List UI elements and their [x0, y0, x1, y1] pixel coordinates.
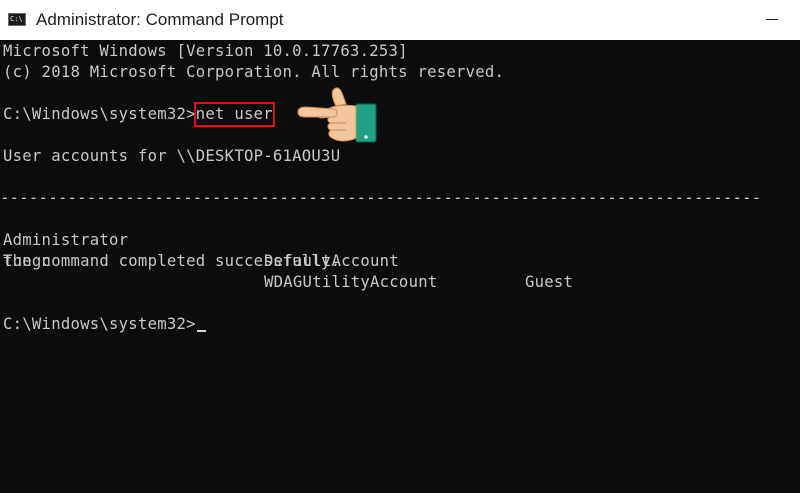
text-cursor — [196, 330, 206, 332]
window-title: Administrator: Command Prompt — [36, 10, 284, 29]
account-row: Administrator DefaultAccount Guest — [3, 209, 800, 291]
accounts-header: User accounts for \\DESKTOP-61AOU3U — [3, 147, 341, 165]
pointing-hand-icon — [297, 87, 377, 143]
command-prompt-window: C:\ Administrator: Command Prompt Micros… — [0, 0, 800, 493]
minimize-icon — [766, 19, 778, 20]
minimize-button[interactable] — [746, 0, 800, 40]
separator-line: ----------------------------------------… — [0, 189, 762, 207]
account-name: Guest — [525, 273, 574, 291]
version-line: Microsoft Windows [Version 10.0.17763.25… — [3, 42, 408, 60]
command-line: C:\Windows\system32>net user — [3, 102, 275, 127]
current-prompt[interactable]: C:\Windows\system32> — [3, 314, 206, 335]
prompt-text: C:\Windows\system32> — [3, 105, 196, 123]
title-bar[interactable]: C:\ Administrator: Command Prompt — [0, 0, 800, 40]
cmd-icon: C:\ — [8, 13, 26, 26]
highlighted-command: net user — [193, 102, 275, 127]
account-name: WDAGUtilityAccount — [264, 273, 438, 291]
copyright-line: (c) 2018 Microsoft Corporation. All righ… — [3, 63, 505, 81]
completed-message: The command completed successfully. — [3, 252, 341, 270]
prompt-text: C:\Windows\system32> — [3, 315, 196, 333]
account-row: tungn WDAGUtilityAccount — [3, 230, 800, 291]
console-output[interactable]: Microsoft Windows [Version 10.0.17763.25… — [0, 40, 800, 493]
